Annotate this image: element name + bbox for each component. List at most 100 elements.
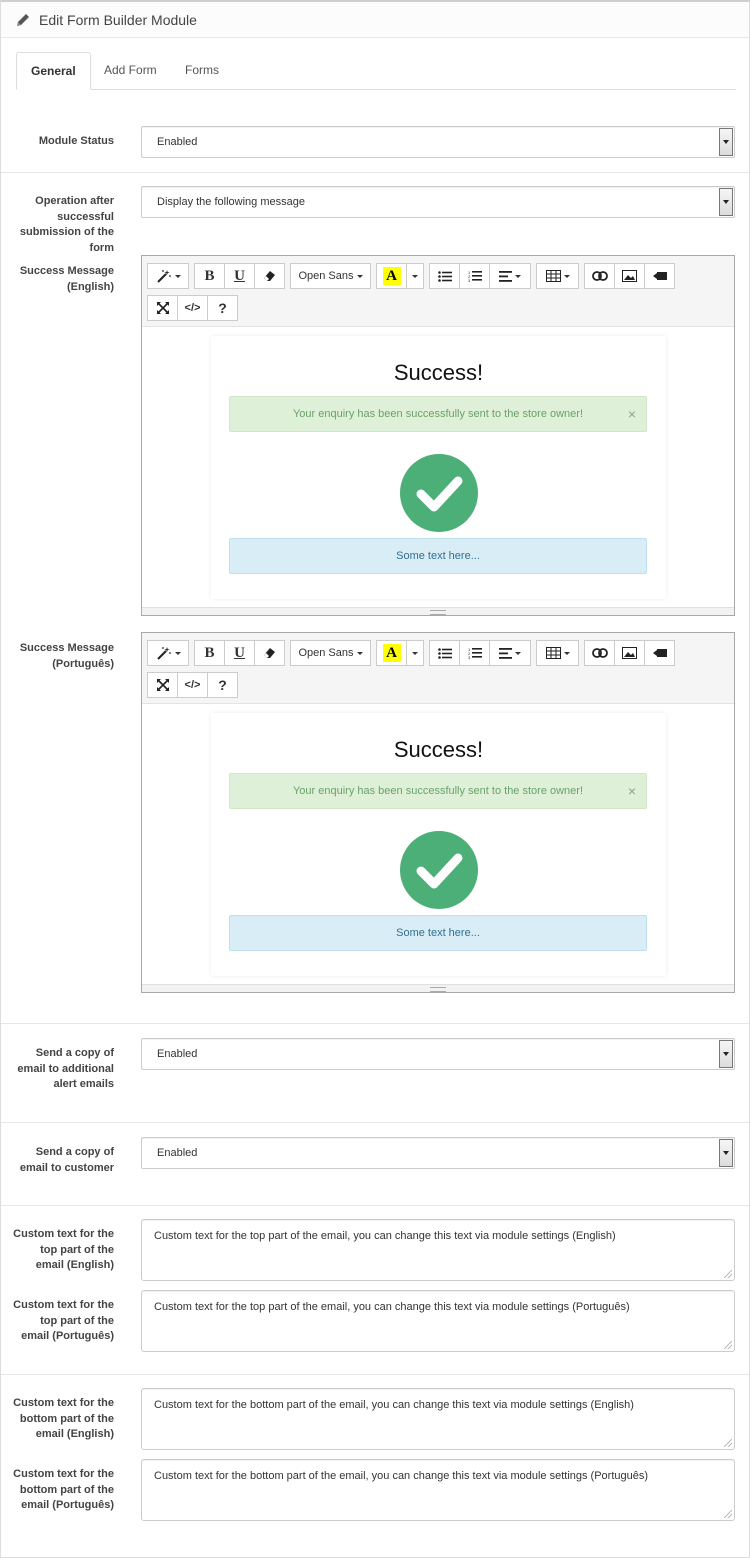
chevron-down-icon[interactable] (719, 1040, 733, 1068)
top-text-en-value: Custom text for the top part of the emai… (154, 1230, 616, 1242)
bottom-text-en-label: Custom text for the bottom part of the e… (13, 1397, 114, 1440)
bold-button[interactable]: B (194, 263, 225, 289)
paragraph-align-button[interactable] (489, 263, 531, 289)
copy-customer-select[interactable]: Enabled (141, 1137, 735, 1169)
text-color-icon: A (382, 267, 401, 285)
expand-icon (156, 302, 169, 314)
editor-resize-handle[interactable] (142, 984, 734, 992)
unordered-list-button[interactable] (429, 640, 460, 666)
video-button[interactable] (644, 640, 675, 666)
fullscreen-button[interactable] (147, 672, 178, 698)
image-icon (622, 270, 637, 282)
top-text-pt-textarea[interactable]: Custom text for the top part of the emai… (141, 1290, 735, 1352)
table-button[interactable] (536, 640, 579, 666)
resize-grip-icon[interactable] (724, 1341, 732, 1349)
bottom-text-en-textarea[interactable]: Custom text for the bottom part of the e… (141, 1388, 735, 1450)
success-alert: Your enquiry has been successfully sent … (229, 773, 647, 809)
success-alert: Your enquiry has been successfully sent … (229, 396, 647, 432)
image-button[interactable] (614, 640, 645, 666)
code-view-button[interactable]: </> (177, 672, 208, 698)
chevron-down-icon[interactable] (719, 188, 733, 216)
magic-wand-button[interactable] (147, 263, 189, 289)
top-text-pt-label: Custom text for the top part of the emai… (13, 1299, 114, 1342)
image-button[interactable] (614, 263, 645, 289)
success-message-en-editor[interactable]: B U Open Sans A 123 </> ? Success! Your … (141, 255, 735, 616)
tab-add-form[interactable]: Add Form (90, 52, 171, 90)
resize-grip-icon[interactable] (724, 1270, 732, 1278)
module-status-select[interactable]: Enabled (141, 126, 735, 158)
help-button[interactable]: ? (207, 672, 238, 698)
video-icon (652, 649, 667, 657)
top-text-pt-value: Custom text for the top part of the emai… (154, 1301, 630, 1313)
underline-button[interactable]: U (224, 263, 255, 289)
success-heading: Success! (393, 360, 484, 385)
bottom-text-pt-textarea[interactable]: Custom text for the bottom part of the e… (141, 1459, 735, 1521)
svg-text:3: 3 (468, 655, 471, 659)
close-icon[interactable]: × (628, 397, 636, 431)
info-alert: Some text here... (229, 915, 647, 951)
divider (1, 1374, 749, 1375)
link-button[interactable] (584, 640, 615, 666)
text-color-button[interactable]: A (376, 263, 407, 289)
copy-customer-value: Enabled (157, 1147, 198, 1159)
tab-bar: General Add Form Forms (16, 52, 736, 90)
editor-resize-handle[interactable] (142, 607, 734, 615)
fullscreen-button[interactable] (147, 295, 178, 321)
success-card: Success! Your enquiry has been successfu… (211, 713, 666, 976)
link-button[interactable] (584, 263, 615, 289)
numbered-list-icon: 123 (468, 647, 482, 659)
code-view-button[interactable]: </> (177, 295, 208, 321)
table-icon (545, 270, 561, 282)
editor-content-area[interactable]: Success! Your enquiry has been successfu… (142, 705, 734, 984)
eraser-button[interactable] (254, 640, 285, 666)
form-builder-panel: Edit Form Builder Module General Add For… (0, 0, 750, 1558)
paragraph-align-button[interactable] (489, 640, 531, 666)
success-heading: Success! (393, 737, 484, 762)
bold-button[interactable]: B (194, 640, 225, 666)
video-icon (652, 272, 667, 280)
text-color-dropdown[interactable] (406, 263, 424, 289)
chevron-down-icon[interactable] (719, 1139, 733, 1167)
text-color-button[interactable]: A (376, 640, 407, 666)
text-color-dropdown[interactable] (406, 640, 424, 666)
expand-icon (156, 679, 169, 691)
ordered-list-button[interactable]: 123 (459, 263, 490, 289)
panel-heading: Edit Form Builder Module (1, 2, 749, 38)
success-alert-text: Your enquiry has been successfully sent … (292, 785, 584, 797)
tab-forms[interactable]: Forms (171, 52, 233, 90)
magic-wand-button[interactable] (147, 640, 189, 666)
magic-wand-icon (156, 270, 171, 283)
chevron-down-icon[interactable] (719, 128, 733, 156)
font-family-select[interactable]: Open Sans (290, 640, 371, 666)
link-icon (591, 648, 608, 658)
copy-alert-value: Enabled (157, 1048, 198, 1060)
table-button[interactable] (536, 263, 579, 289)
table-icon (545, 647, 561, 659)
resize-grip-icon[interactable] (724, 1510, 732, 1518)
page-title: Edit Form Builder Module (39, 11, 197, 28)
bullet-list-icon (437, 647, 452, 659)
top-text-en-textarea[interactable]: Custom text for the top part of the emai… (141, 1219, 735, 1281)
editor-content-area[interactable]: Success! Your enquiry has been successfu… (142, 328, 734, 607)
ordered-list-button[interactable]: 123 (459, 640, 490, 666)
font-family-select[interactable]: Open Sans (290, 263, 371, 289)
underline-button[interactable]: U (224, 640, 255, 666)
help-button[interactable]: ? (207, 295, 238, 321)
resize-grip-icon[interactable] (724, 1439, 732, 1447)
video-button[interactable] (644, 263, 675, 289)
copy-alert-select[interactable]: Enabled (141, 1038, 735, 1070)
success-message-pt-editor[interactable]: B U Open Sans A 123 </> ? Success! Your … (141, 632, 735, 993)
copy-alert-label: Send a copy of email to additional alert… (17, 1047, 114, 1090)
font-family-value: Open Sans (298, 647, 354, 659)
operation-select[interactable]: Display the following message (141, 186, 735, 218)
divider (1, 1023, 749, 1024)
eraser-button[interactable] (254, 263, 285, 289)
magic-wand-icon (156, 647, 171, 660)
divider (1, 1122, 749, 1123)
eraser-icon (264, 648, 275, 658)
unordered-list-button[interactable] (429, 263, 460, 289)
align-icon (499, 270, 512, 282)
editor-toolbar: B U Open Sans A 123 </> ? (142, 633, 734, 704)
tab-general[interactable]: General (16, 52, 91, 90)
close-icon[interactable]: × (628, 774, 636, 808)
